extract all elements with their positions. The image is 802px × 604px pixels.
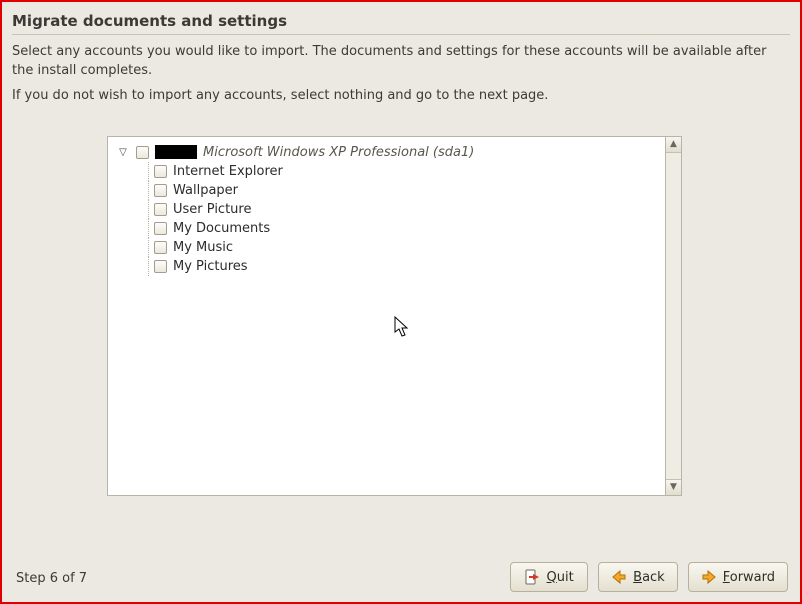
quit-label: Quit <box>547 570 574 585</box>
child-label: My Pictures <box>173 259 248 274</box>
expand-toggle-icon[interactable]: ▽ <box>116 147 130 158</box>
vertical-scrollbar[interactable]: ▲ ▼ <box>665 136 682 496</box>
arrow-left-icon <box>611 569 627 585</box>
child-checkbox[interactable] <box>154 184 167 197</box>
tree-parent-row[interactable]: ▽ Microsoft Windows XP Professional (sda… <box>114 143 659 162</box>
scroll-track[interactable] <box>666 153 681 479</box>
child-label: My Music <box>173 240 233 255</box>
redacted-user-icon <box>155 145 197 159</box>
intro-paragraph-2: If you do not wish to import any account… <box>12 87 790 106</box>
child-label: My Documents <box>173 221 270 236</box>
tree-child-row[interactable]: My Pictures <box>114 257 659 276</box>
tree-child-row[interactable]: My Documents <box>114 219 659 238</box>
child-checkbox[interactable] <box>154 222 167 235</box>
content-area: Migrate documents and settings Select an… <box>2 2 800 496</box>
child-label: Wallpaper <box>173 183 238 198</box>
scroll-down-button[interactable]: ▼ <box>666 479 681 495</box>
chevron-down-icon: ▼ <box>670 483 677 492</box>
forward-label: Forward <box>723 570 775 585</box>
scroll-up-button[interactable]: ▲ <box>666 137 681 153</box>
child-checkbox[interactable] <box>154 165 167 178</box>
parent-label: Microsoft Windows XP Professional (sda1) <box>203 145 474 160</box>
tree-child-row[interactable]: My Music <box>114 238 659 257</box>
parent-checkbox[interactable] <box>136 146 149 159</box>
page-title: Migrate documents and settings <box>12 10 790 35</box>
installer-window: Migrate documents and settings Select an… <box>0 0 802 604</box>
accounts-list-container: ▽ Microsoft Windows XP Professional (sda… <box>107 136 682 496</box>
quit-icon <box>525 569 541 585</box>
arrow-right-icon <box>701 569 717 585</box>
forward-button[interactable]: Forward <box>688 562 788 592</box>
back-label: Back <box>633 570 665 585</box>
child-checkbox[interactable] <box>154 241 167 254</box>
child-label: Internet Explorer <box>173 164 283 179</box>
intro-text: Select any accounts you would like to im… <box>12 43 790 106</box>
back-button[interactable]: Back <box>598 562 678 592</box>
footer-buttons: Quit Back Forward <box>2 552 800 602</box>
chevron-up-icon: ▲ <box>670 140 677 149</box>
accounts-tree[interactable]: ▽ Microsoft Windows XP Professional (sda… <box>107 136 665 496</box>
child-checkbox[interactable] <box>154 260 167 273</box>
tree-child-row[interactable]: Wallpaper <box>114 181 659 200</box>
intro-paragraph-1: Select any accounts you would like to im… <box>12 43 790 81</box>
quit-button[interactable]: Quit <box>510 562 588 592</box>
child-checkbox[interactable] <box>154 203 167 216</box>
tree-child-row[interactable]: User Picture <box>114 200 659 219</box>
tree-child-row[interactable]: Internet Explorer <box>114 162 659 181</box>
child-label: User Picture <box>173 202 251 217</box>
